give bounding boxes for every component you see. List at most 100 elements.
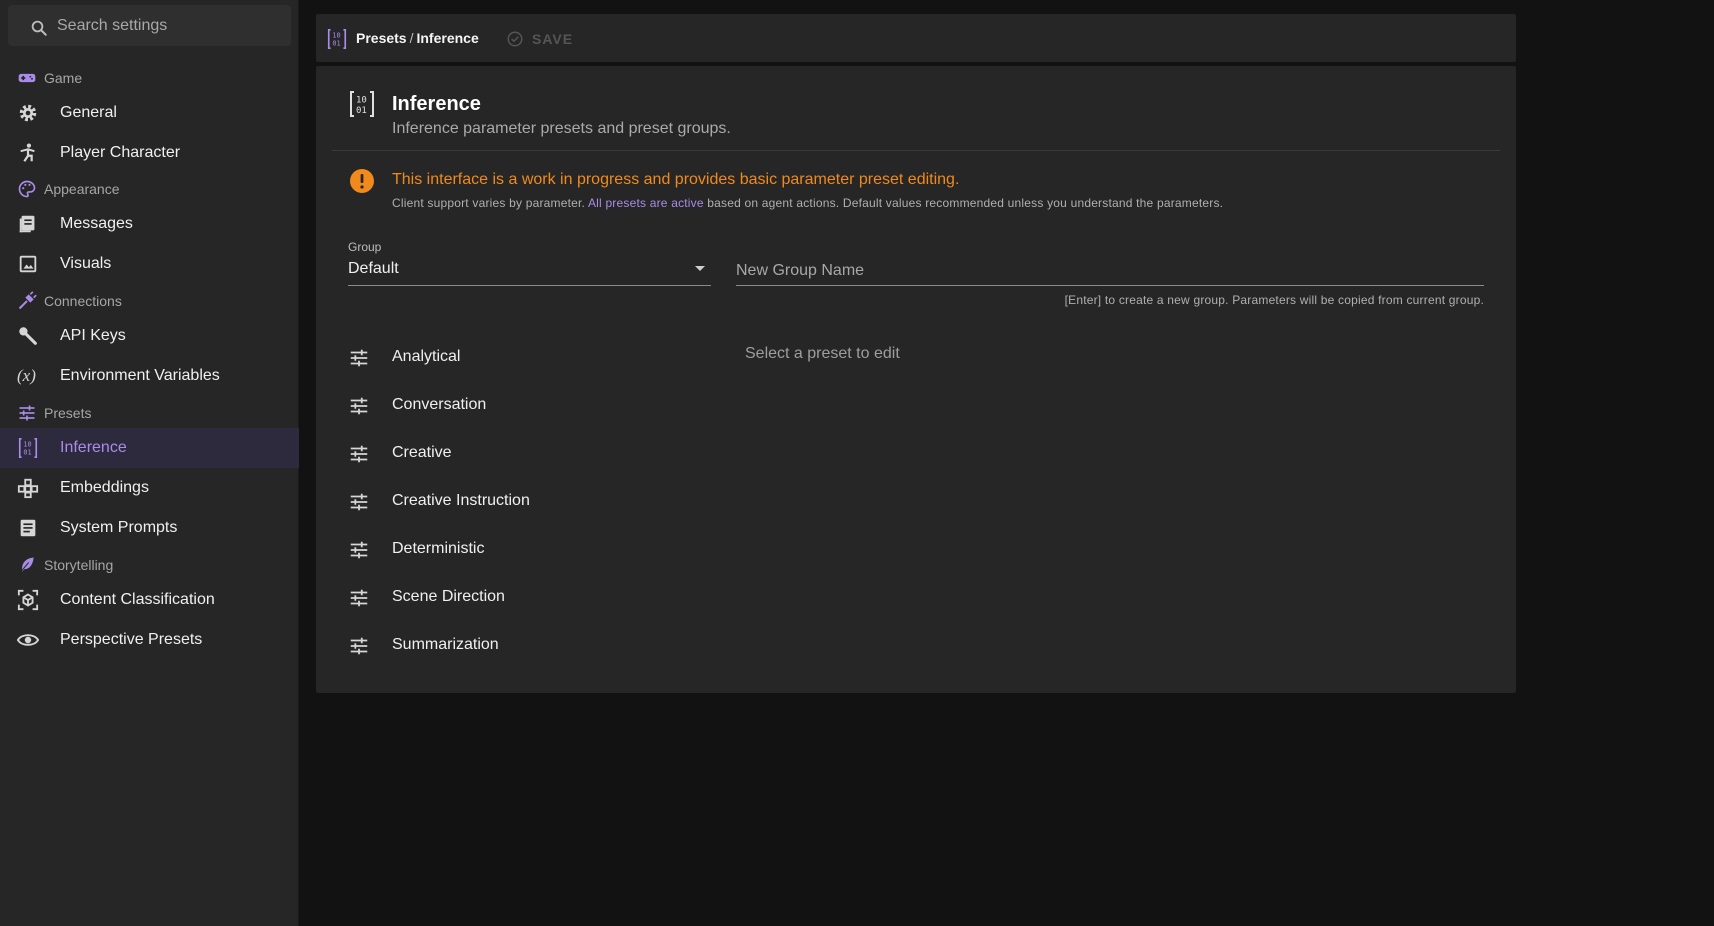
preset-label: Deterministic (392, 540, 485, 557)
sidebar-item-label: System Prompts (60, 519, 178, 536)
binary-icon: 10 01 (17, 437, 39, 459)
page-subtitle: Inference parameter presets and preset g… (392, 120, 731, 137)
breadcrumb-parent[interactable]: Presets (356, 30, 407, 46)
sidebar-item-visuals[interactable]: Visuals (0, 244, 299, 284)
sidebar-header-presets: Presets (0, 398, 299, 428)
svg-text:10: 10 (356, 96, 367, 106)
messages-icon (17, 213, 39, 235)
sidebar-item-embeddings[interactable]: Embeddings (0, 468, 299, 508)
breadcrumb: Presets / Inference (356, 30, 479, 46)
group-select-value: Default (348, 260, 399, 277)
tune-icon (348, 347, 370, 369)
gamepad-icon (17, 68, 37, 88)
tune-icon (348, 395, 370, 417)
sidebar-item-label: Perspective Presets (60, 631, 203, 648)
sidebar-item-perspective-presets[interactable]: Perspective Presets (0, 620, 299, 660)
sidebar-header-game: Game (0, 63, 299, 93)
preset-label: Creative Instruction (392, 492, 530, 509)
page-title: Inference (392, 93, 481, 115)
gear-icon (17, 102, 39, 124)
svg-text:01: 01 (356, 106, 367, 116)
preset-item-scene-direction[interactable]: Scene Direction (332, 573, 712, 621)
divider (332, 150, 1500, 151)
sidebar-item-label: Content Classification (60, 591, 215, 608)
preset-label: Analytical (392, 348, 461, 365)
sidebar-header-label: Connections (44, 293, 122, 309)
sidebar-item-label: Messages (60, 215, 133, 232)
search-input[interactable] (57, 13, 277, 39)
new-group-field[interactable] (736, 256, 1484, 286)
caret-down-icon (695, 266, 705, 271)
preset-item-analytical[interactable]: Analytical (332, 333, 712, 381)
cube-scan-icon (17, 589, 39, 611)
save-label: SAVE (532, 31, 574, 47)
settings-sidebar: Game General Player Character Appearance (0, 0, 299, 926)
preset-item-deterministic[interactable]: Deterministic (332, 525, 712, 573)
preset-item-summarization[interactable]: Summarization (332, 621, 712, 669)
sidebar-item-general[interactable]: General (0, 93, 299, 133)
breadcrumb-current: Inference (416, 30, 479, 46)
feather-icon (17, 555, 37, 575)
preset-item-creative-instruction[interactable]: Creative Instruction (332, 477, 712, 525)
sidebar-item-player-character[interactable]: Player Character (0, 133, 299, 173)
sidebar-header-appearance: Appearance (0, 174, 299, 204)
sidebar-item-label: Visuals (60, 255, 112, 272)
new-group-name-input[interactable] (736, 258, 1484, 284)
sidebar-header-connections: Connections (0, 286, 299, 316)
warning-detail-pre: Client support varies by parameter. (392, 196, 588, 210)
sidebar-header-storytelling: Storytelling (0, 550, 299, 580)
svg-text:10: 10 (332, 32, 340, 40)
sidebar-header-label: Game (44, 70, 83, 86)
binary-icon: 10 01 (326, 28, 348, 50)
breadcrumb-separator: / (409, 30, 414, 46)
preset-label: Scene Direction (392, 588, 505, 605)
sidebar-item-label: Embeddings (60, 479, 149, 496)
tune-icon (348, 587, 370, 609)
sidebar-header-label: Storytelling (44, 557, 114, 573)
warning-title: This interface is a work in progress and… (392, 171, 960, 188)
search-icon (30, 19, 48, 37)
svg-text:01: 01 (332, 39, 340, 47)
search-box[interactable] (8, 5, 291, 46)
sidebar-item-inference[interactable]: 10 01 Inference (0, 428, 299, 468)
variable-icon: (x) (17, 365, 43, 387)
sidebar-item-label: API Keys (60, 327, 126, 344)
image-icon (17, 253, 39, 275)
inference-panel: 10 01 Inference Inference parameter prese… (316, 66, 1516, 693)
sidebar-header-label: Appearance (44, 181, 120, 197)
warning-detail: Client support varies by parameter. All … (392, 196, 1223, 210)
plug-icon (17, 291, 37, 311)
preset-label: Summarization (392, 636, 499, 653)
sidebar-item-content-classification[interactable]: Content Classification (0, 580, 299, 620)
person-icon (17, 142, 39, 164)
tune-icon (348, 539, 370, 561)
binary-icon: 10 01 (348, 90, 376, 118)
svg-text:01: 01 (23, 448, 31, 456)
new-group-hint: [Enter] to create a new group. Parameter… (1064, 293, 1484, 307)
document-icon (17, 517, 39, 539)
preset-item-conversation[interactable]: Conversation (332, 381, 712, 429)
svg-text:(x): (x) (17, 366, 36, 385)
tune-icon (348, 635, 370, 657)
sidebar-item-environment-variables[interactable]: (x) Environment Variables (0, 356, 299, 396)
sidebar-item-label: Inference (60, 439, 127, 456)
sidebar-item-system-prompts[interactable]: System Prompts (0, 508, 299, 548)
tune-icon (348, 491, 370, 513)
save-button[interactable]: SAVE (506, 28, 573, 50)
check-circle-icon (506, 30, 524, 48)
group-select[interactable]: Default (348, 256, 711, 286)
top-toolbar: 10 01 Presets / Inference SAVE (316, 14, 1516, 62)
all-presets-active-link[interactable]: All presets are active (588, 196, 704, 210)
select-preset-hint: Select a preset to edit (745, 345, 900, 362)
sidebar-item-label: Environment Variables (60, 367, 220, 384)
sidebar-item-api-keys[interactable]: API Keys (0, 316, 299, 356)
sidebar-item-label: Player Character (60, 144, 181, 161)
tune-icon (348, 443, 370, 465)
sidebar-item-messages[interactable]: Messages (0, 204, 299, 244)
alert-icon (349, 168, 375, 194)
hub-icon (17, 477, 39, 499)
group-label: Group (348, 240, 382, 254)
preset-label: Creative (392, 444, 452, 461)
preset-item-creative[interactable]: Creative (332, 429, 712, 477)
palette-icon (17, 179, 37, 199)
